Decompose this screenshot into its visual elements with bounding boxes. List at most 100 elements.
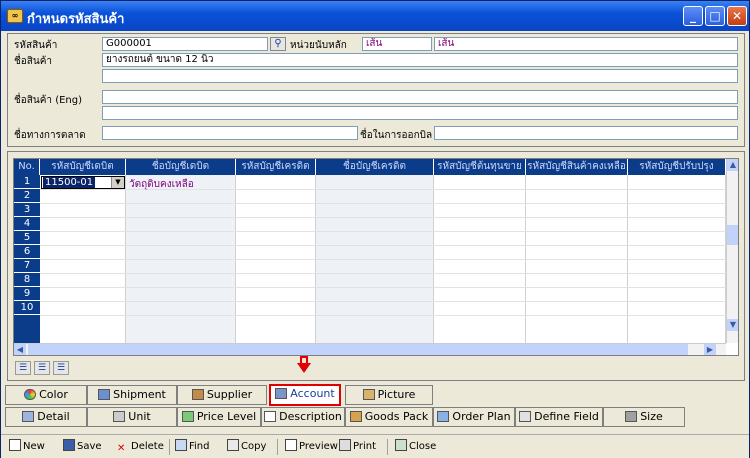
tab-picture[interactable]: Picture bbox=[345, 385, 433, 405]
price-level-icon bbox=[181, 411, 194, 422]
grid-header-debit-name[interactable]: ชื่อบัญชีเดบิต bbox=[126, 159, 236, 175]
product-name-eng-input[interactable] bbox=[102, 90, 738, 104]
row-number[interactable]: 3 bbox=[14, 203, 40, 217]
maximize-button[interactable]: □ bbox=[705, 6, 725, 26]
invoice-name-label: ชื่อในการออกบิล bbox=[360, 130, 433, 141]
tab-color[interactable]: Color bbox=[5, 385, 87, 405]
close-button[interactable]: Close bbox=[395, 439, 436, 455]
tab-supplier-label: Supplier bbox=[206, 388, 253, 401]
grid-header-debit-code[interactable]: รหัสบัญชีเดบิต bbox=[40, 159, 126, 175]
find-button[interactable]: Find bbox=[175, 439, 210, 455]
grid-row-line bbox=[40, 315, 726, 316]
window-title: กำหนดรหัสสินค้า bbox=[27, 12, 125, 27]
hscroll-thumb[interactable] bbox=[28, 344, 688, 355]
product-name-input[interactable]: ยางรถยนต์ ขนาด 12 นิ้ว bbox=[102, 53, 738, 67]
delete-row-icon[interactable]: ☰ bbox=[53, 361, 69, 375]
grid-header-adjust-code[interactable]: รหัสบัญชีปรับปรุง bbox=[628, 159, 726, 175]
tab-unit-label: Unit bbox=[128, 410, 151, 423]
add-row-icon[interactable]: ☰ bbox=[34, 361, 50, 375]
title-bar[interactable]: ∞ กำหนดรหัสสินค้า _ □ ✕ bbox=[1, 1, 749, 31]
grid-header-credit-name[interactable]: ชื่อบัญชีเครดิต bbox=[316, 159, 434, 175]
row-number[interactable]: 1 bbox=[14, 175, 40, 189]
close-label: Close bbox=[409, 441, 437, 452]
tab-shipment-label: Shipment bbox=[113, 388, 166, 401]
tab-define-field-label: Define Field bbox=[534, 410, 599, 423]
row-number[interactable]: 8 bbox=[14, 273, 40, 287]
debit-code-combobox[interactable]: 11500-01 ▼ bbox=[41, 176, 125, 189]
grid-row-line bbox=[40, 245, 726, 246]
delete-label: Delete bbox=[131, 441, 164, 452]
grid-row-line bbox=[40, 287, 726, 288]
product-name-line2-input[interactable] bbox=[102, 69, 738, 83]
unit-icon bbox=[113, 411, 126, 422]
grid-row-line bbox=[40, 217, 726, 218]
grid-row-line bbox=[40, 203, 726, 204]
account-grid[interactable]: No. รหัสบัญชีเดบิต ชื่อบัญชีเดบิต รหัสบั… bbox=[13, 158, 739, 356]
market-name-label: ชื่อทางการตลาด bbox=[14, 130, 86, 141]
tab-account[interactable]: Account bbox=[269, 384, 341, 406]
row-number[interactable]: 10 bbox=[14, 301, 40, 315]
insert-row-icon[interactable]: ☰ bbox=[15, 361, 31, 375]
market-name-input[interactable] bbox=[102, 126, 358, 140]
scroll-left-icon[interactable]: ◀ bbox=[14, 344, 26, 355]
bottom-toolbar: New Save ✕ Delete Find Copy Preview Print… bbox=[1, 434, 749, 458]
tab-size[interactable]: Size bbox=[603, 407, 685, 427]
unit-code-input[interactable]: เส้น bbox=[362, 37, 432, 51]
row-number[interactable]: 6 bbox=[14, 245, 40, 259]
tab-supplier[interactable]: Supplier bbox=[177, 385, 267, 405]
debit-name-cell[interactable]: วัตถุดิบคงเหลือ bbox=[129, 177, 194, 192]
minimize-button[interactable]: _ bbox=[683, 6, 703, 26]
tab-color-label: Color bbox=[39, 388, 68, 401]
copy-button[interactable]: Copy bbox=[227, 439, 266, 455]
tab-goods-pack[interactable]: Goods Pack bbox=[345, 407, 433, 427]
tab-goods-pack-label: Goods Pack bbox=[364, 410, 429, 423]
product-name-eng-label: ชื่อสินค้า (Eng) bbox=[14, 95, 83, 106]
supplier-icon bbox=[191, 389, 204, 400]
save-disk-icon bbox=[63, 439, 75, 451]
scroll-thumb[interactable] bbox=[727, 225, 738, 245]
tab-detail[interactable]: Detail bbox=[5, 407, 87, 427]
print-label: Print bbox=[353, 441, 377, 452]
scroll-down-icon[interactable]: ▼ bbox=[727, 319, 738, 331]
account-icon bbox=[275, 388, 288, 399]
define-field-icon bbox=[519, 411, 532, 422]
grid-vertical-scrollbar[interactable]: ▲ ▼ bbox=[726, 159, 738, 343]
red-arrow-icon bbox=[297, 363, 311, 373]
invoice-name-input[interactable] bbox=[434, 126, 738, 140]
scroll-right-icon[interactable]: ▶ bbox=[704, 344, 716, 355]
preview-button[interactable]: Preview bbox=[285, 439, 338, 455]
row-number[interactable]: 7 bbox=[14, 259, 40, 273]
chevron-down-icon[interactable]: ▼ bbox=[111, 177, 124, 188]
grid-header-cost-code[interactable]: รหัสบัญชีต้นทุนขาย bbox=[434, 159, 526, 175]
tab-define-field[interactable]: Define Field bbox=[515, 407, 603, 427]
grid-horizontal-scrollbar[interactable]: ◀ ▶ bbox=[14, 343, 726, 355]
search-product-icon[interactable]: ⚲ bbox=[270, 37, 286, 51]
row-number[interactable]: 2 bbox=[14, 189, 40, 203]
new-button[interactable]: New bbox=[9, 439, 45, 455]
print-button[interactable]: Print bbox=[339, 439, 376, 455]
grid-header-inventory-code[interactable]: รหัสบัญชีสินค้าคงเหลือ bbox=[526, 159, 628, 175]
row-number[interactable]: 4 bbox=[14, 217, 40, 231]
tab-description[interactable]: Description bbox=[261, 407, 345, 427]
product-name-eng-line2-input[interactable] bbox=[102, 106, 738, 120]
delete-button[interactable]: ✕ Delete bbox=[117, 439, 164, 455]
find-label: Find bbox=[189, 441, 210, 452]
grid-header-credit-code[interactable]: รหัสบัญชีเครดิต bbox=[236, 159, 316, 175]
row-number[interactable]: 5 bbox=[14, 231, 40, 245]
tab-order-plan[interactable]: Order Plan bbox=[433, 407, 515, 427]
grid-row-line bbox=[40, 231, 726, 232]
detail-icon bbox=[22, 411, 35, 422]
product-code-input[interactable]: G000001 bbox=[102, 37, 268, 51]
tab-shipment[interactable]: Shipment bbox=[87, 385, 177, 405]
tab-price-level[interactable]: Price Level bbox=[177, 407, 261, 427]
row-number[interactable]: 9 bbox=[14, 287, 40, 301]
tab-detail-label: Detail bbox=[37, 410, 70, 423]
unit-name-input[interactable]: เส้น bbox=[434, 37, 738, 51]
grid-header-no[interactable]: No. bbox=[14, 159, 40, 175]
close-window-button[interactable]: ✕ bbox=[727, 6, 747, 26]
close-door-icon bbox=[395, 439, 407, 451]
tab-unit[interactable]: Unit bbox=[87, 407, 177, 427]
size-icon bbox=[625, 411, 638, 422]
save-button[interactable]: Save bbox=[63, 439, 102, 455]
scroll-up-icon[interactable]: ▲ bbox=[727, 159, 738, 171]
